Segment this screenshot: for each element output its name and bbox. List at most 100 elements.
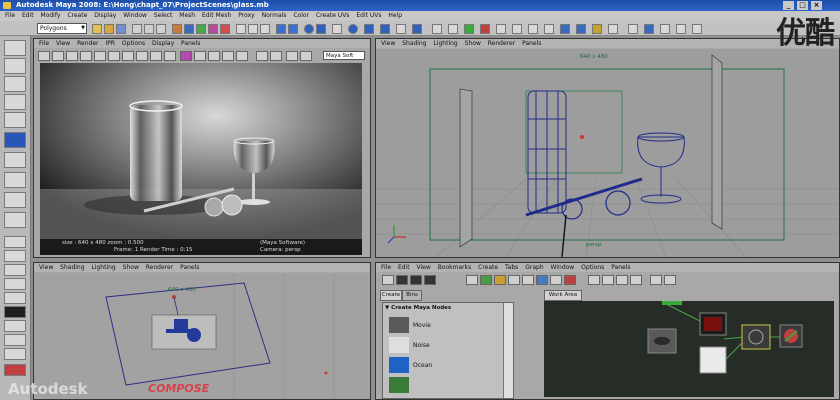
- show-manipulator-icon[interactable]: [4, 192, 26, 208]
- menu-normals[interactable]: Normals: [262, 12, 287, 19]
- hs-rearrange-icon[interactable]: [536, 275, 548, 285]
- ipr-render-icon[interactable]: [380, 24, 390, 34]
- hs-tab-create[interactable]: Create: [380, 290, 402, 301]
- outliner-icon[interactable]: [512, 24, 522, 34]
- layout-four-icon[interactable]: [4, 250, 26, 262]
- hs-tab-bins[interactable]: Bins: [402, 290, 422, 301]
- snap-grid-icon[interactable]: [236, 24, 246, 34]
- script-editor-icon[interactable]: [544, 24, 554, 34]
- hypershade-icon[interactable]: [412, 24, 422, 34]
- hs-work-area[interactable]: [544, 301, 834, 397]
- more-node-swatch[interactable]: [389, 377, 409, 393]
- layout-side-icon[interactable]: [4, 264, 26, 276]
- hs-work-area-tab[interactable]: Work Area: [544, 290, 582, 301]
- hs-show-bottom-tabs-icon[interactable]: [410, 275, 422, 285]
- open-scene-icon[interactable]: [104, 24, 114, 34]
- hs-graph-materials-icon[interactable]: [480, 275, 492, 285]
- menu-help[interactable]: Help: [388, 12, 402, 19]
- hs-frame-selected-icon[interactable]: [564, 275, 576, 285]
- cube-icon[interactable]: [316, 24, 326, 34]
- cross-icon[interactable]: [288, 24, 298, 34]
- layout-stack-icon[interactable]: [4, 278, 26, 290]
- hs-input-connections-icon[interactable]: [494, 275, 506, 285]
- move-tool-icon[interactable]: [4, 94, 26, 110]
- render-icon[interactable]: [364, 24, 374, 34]
- channel-box-icon[interactable]: [448, 24, 458, 34]
- render-settings-icon[interactable]: [396, 24, 406, 34]
- layout-recent-icon[interactable]: [4, 364, 26, 376]
- hs-sort-icon[interactable]: [650, 275, 662, 285]
- hs-menu-view[interactable]: View: [417, 264, 431, 271]
- layout-outliner-icon[interactable]: [4, 320, 26, 332]
- hs-menu-create[interactable]: Create: [478, 264, 498, 271]
- attribute-editor-icon[interactable]: [464, 24, 474, 34]
- menu-window[interactable]: Window: [123, 12, 147, 19]
- menu-color[interactable]: Color: [293, 12, 309, 19]
- sets-icon[interactable]: [692, 24, 702, 34]
- manipulator-tool-icon[interactable]: [4, 152, 26, 168]
- menu-select[interactable]: Select: [154, 12, 173, 19]
- layout-persp-graph-icon[interactable]: [4, 292, 26, 304]
- hs-frame-all-icon[interactable]: [550, 275, 562, 285]
- menu-proxy[interactable]: Proxy: [238, 12, 254, 19]
- hs-output-connections-icon[interactable]: [522, 275, 534, 285]
- hs-next-graph-icon[interactable]: [616, 275, 628, 285]
- tool-settings-icon[interactable]: [480, 24, 490, 34]
- sphere-icon[interactable]: [304, 24, 314, 34]
- render-view-icon[interactable]: [560, 24, 570, 34]
- help-icon[interactable]: [348, 24, 358, 34]
- hs-menu-options[interactable]: Options: [581, 264, 604, 271]
- layout-single-icon[interactable]: [4, 236, 26, 248]
- hs-create-scrollbar[interactable]: [503, 303, 513, 398]
- hs-show-both-tabs-icon[interactable]: [424, 275, 436, 285]
- mask-joints-icon[interactable]: [184, 24, 194, 34]
- select-object-icon[interactable]: [144, 24, 154, 34]
- rotate-tool-icon[interactable]: [4, 112, 26, 128]
- hs-toggle-create-icon[interactable]: [382, 275, 394, 285]
- menu-create[interactable]: Create: [67, 12, 87, 19]
- mask-handles-icon[interactable]: [172, 24, 182, 34]
- paint-effects-icon[interactable]: [608, 24, 618, 34]
- soft-mod-tool-icon[interactable]: [4, 172, 26, 188]
- paint-select-tool-icon[interactable]: [4, 76, 26, 92]
- mask-surfaces-icon[interactable]: [208, 24, 218, 34]
- hs-menu-bookmarks[interactable]: Bookmarks: [438, 264, 472, 271]
- noise-node-label[interactable]: Noise: [413, 342, 430, 349]
- hs-io-connections-icon[interactable]: [508, 275, 520, 285]
- ocean-node-label[interactable]: Ocean: [413, 362, 432, 369]
- component-editor-icon[interactable]: [676, 24, 686, 34]
- uv-editor-icon[interactable]: [576, 24, 586, 34]
- menu-modify[interactable]: Modify: [41, 12, 61, 19]
- relationship-editor-icon[interactable]: [660, 24, 670, 34]
- movie-node-swatch[interactable]: [389, 317, 409, 333]
- new-scene-icon[interactable]: [92, 24, 102, 34]
- menu-edit[interactable]: Edit: [22, 12, 34, 19]
- mask-deformations-icon[interactable]: [220, 24, 230, 34]
- menu-display[interactable]: Display: [94, 12, 116, 19]
- menu-mesh[interactable]: Mesh: [179, 12, 195, 19]
- connection-editor-icon[interactable]: [644, 24, 654, 34]
- lasso-tool-icon[interactable]: [4, 58, 26, 74]
- layout-custom-icon[interactable]: [4, 348, 26, 360]
- select-tool-icon[interactable]: [4, 40, 26, 56]
- movie-node-label[interactable]: Movie: [413, 322, 431, 329]
- last-tool-icon[interactable]: [4, 212, 26, 228]
- ocean-node-swatch[interactable]: [389, 357, 409, 373]
- hs-swatch-size-icon[interactable]: [630, 275, 642, 285]
- menu-edit-uvs[interactable]: Edit UVs: [356, 12, 381, 19]
- snap-point-icon[interactable]: [260, 24, 270, 34]
- menu-edit-mesh[interactable]: Edit Mesh: [202, 12, 231, 19]
- hs-show-attrs-icon[interactable]: [664, 275, 676, 285]
- hypergraph-icon[interactable]: [628, 24, 638, 34]
- hs-menu-panels[interactable]: Panels: [611, 264, 630, 271]
- menu-create-uvs[interactable]: Create UVs: [316, 12, 349, 19]
- noise-node-swatch[interactable]: [389, 337, 409, 353]
- graph-editor-icon[interactable]: [528, 24, 538, 34]
- hs-menu-window[interactable]: Window: [551, 264, 575, 271]
- hs-menu-edit[interactable]: Edit: [398, 264, 410, 271]
- layer-editor-icon[interactable]: [496, 24, 506, 34]
- menu-file[interactable]: File: [5, 12, 15, 19]
- save-scene-icon[interactable]: [116, 24, 126, 34]
- hs-menu-graph[interactable]: Graph: [525, 264, 543, 271]
- mask-curves-icon[interactable]: [196, 24, 206, 34]
